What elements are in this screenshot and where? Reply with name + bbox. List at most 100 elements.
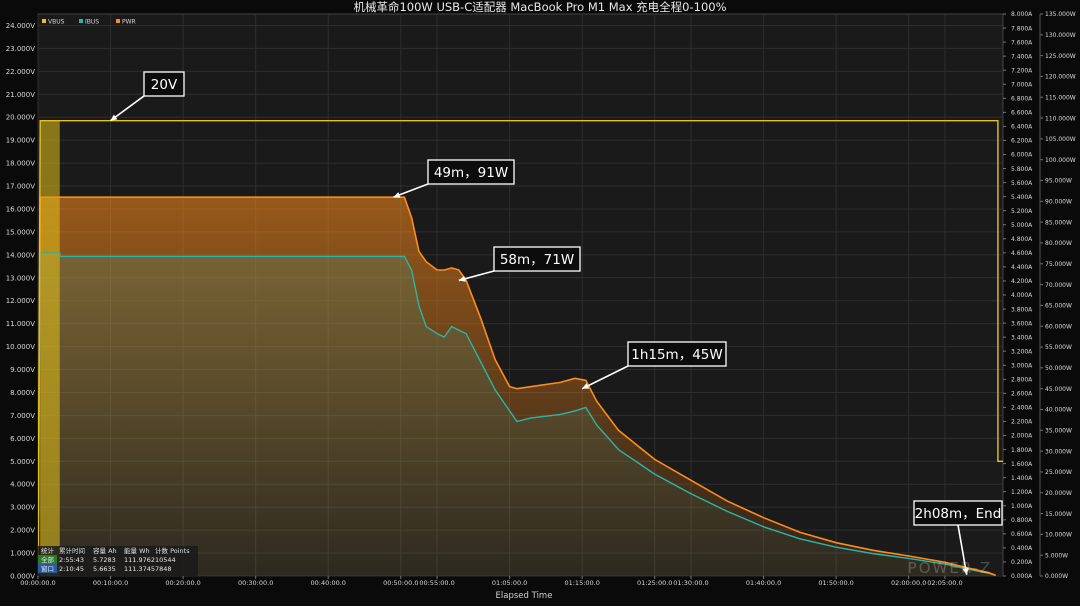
x-axis-label: Elapsed Time [496, 591, 553, 601]
stats-cell: 10544 [155, 556, 176, 564]
y-tick-label-current: 4.000A [1011, 292, 1033, 299]
y-tick-label-power: 125.000W [1045, 53, 1076, 60]
x-tick-label: 00:20:00.0 [165, 579, 200, 587]
y-tick-label-current: 2.600A [1011, 391, 1033, 398]
y-tick-label-current: 0.000A [1011, 573, 1033, 580]
y-tick-label-voltage: 5.000V [10, 458, 35, 466]
y-axis-voltage: 0.000V1.000V2.000V3.000V4.000V5.000V6.00… [6, 22, 36, 581]
y-tick-label-voltage: 21.000V [6, 91, 35, 99]
y-tick-label-current: 0.800A [1011, 517, 1033, 524]
y-tick-label-voltage: 7.000V [10, 412, 35, 420]
y-axis-power: 0.000W 5.000W 10.000W 15.000W 20.000W 25.000W… [1039, 11, 1076, 580]
stats-cell: 2:10:45 [59, 565, 84, 573]
y-tick-label-current: 6.000A [1011, 152, 1033, 159]
annotation-label: 1h15m，45W [631, 347, 723, 363]
y-tick-label-current: 3.800A [1011, 306, 1033, 313]
y-tick-label-power: 95.000W [1045, 178, 1072, 185]
stats-cell: 窗口 [41, 564, 54, 573]
y-tick-label-voltage: 17.000V [6, 183, 35, 191]
y-tick-label-voltage: 18.000V [6, 160, 35, 168]
y-tick-label-current: 1.800A [1011, 447, 1033, 454]
chart-canvas: 机械革命100W USB-C适配器 MacBook Pro M1 Max 充电全… [6, 0, 1076, 601]
x-tick-label: 02:00:00.0 [891, 579, 926, 587]
x-tick-label: 02:05:00.0 [927, 579, 962, 587]
y-tick-label-power: 100.000W [1045, 157, 1076, 164]
stats-cell: 111.9762 [124, 556, 155, 564]
x-tick-label: 00:00:00.0 [20, 579, 55, 587]
y-tick-label-power: 110.000W [1045, 115, 1076, 122]
y-tick-label-power: 20.000W [1045, 490, 1072, 497]
y-tick-label-current: 6.800A [1011, 96, 1033, 103]
stats-cell: 全部 [41, 555, 55, 564]
y-tick-label-voltage: 6.000V [10, 435, 35, 443]
y-tick-label-current: 2.800A [1011, 377, 1033, 384]
y-tick-label-current: 1.000A [1011, 503, 1033, 510]
y-tick-label-voltage: 19.000V [6, 137, 35, 145]
y-tick-label-power: 60.000W [1045, 323, 1072, 330]
x-tick-label: 01:05:00.0 [492, 579, 527, 587]
y-tick-label-current: 1.600A [1011, 461, 1033, 468]
y-tick-label-current: 5.200A [1011, 208, 1033, 215]
stats-cell: 111.3745 [124, 565, 155, 573]
stats-header: 统计 [41, 546, 55, 555]
y-tick-label-current: 7.800A [1011, 25, 1033, 32]
stats-cell: 7848 [155, 565, 172, 573]
y-tick-label-current: 1.200A [1011, 489, 1033, 496]
legend[interactable]: VBUS IBUS PWR [42, 19, 136, 26]
y-tick-label-voltage: 13.000V [6, 274, 35, 282]
y-tick-label-voltage: 2.000V [10, 527, 35, 535]
y-tick-label-voltage: 22.000V [6, 68, 35, 76]
legend-label-pwr: PWR [122, 19, 136, 26]
legend-swatch-vbus [42, 19, 46, 23]
stats-cell: 2:55:43 [59, 556, 84, 564]
y-tick-label-current: 6.200A [1011, 138, 1033, 145]
y-tick-label-current: 3.200A [1011, 348, 1033, 355]
stats-header: 计数 Points [155, 546, 190, 555]
annotation-label: 58m，71W [500, 252, 574, 268]
y-tick-label-power: 105.000W [1045, 136, 1076, 143]
y-tick-label-voltage: 16.000V [6, 205, 35, 213]
y-tick-label-current: 7.400A [1011, 53, 1033, 60]
annotation-label: 2h08m，End [915, 506, 1002, 522]
y-tick-label-power: 5.000W [1045, 552, 1068, 559]
y-tick-label-current: 0.600A [1011, 531, 1033, 538]
y-tick-label-power: 15.000W [1045, 511, 1072, 518]
y-tick-label-voltage: 3.000V [10, 504, 35, 512]
y-tick-label-current: 7.200A [1011, 67, 1033, 74]
y-tick-label-power: 85.000W [1045, 219, 1072, 226]
stats-table: 统计 累计时间 容量 Ah 能量 Wh 计数 Points 全部 2:55:43 5.7283… [38, 546, 198, 576]
y-tick-label-current: 8.000A [1011, 11, 1033, 18]
y-tick-label-power: 135.000W [1045, 11, 1076, 18]
stats-cell: 5.6635 [93, 565, 116, 573]
y-tick-label-power: 35.000W [1045, 427, 1072, 434]
stats-header: 能量 Wh [124, 546, 150, 555]
x-axis: 00:00:00.0 00:10:00.0 00:20:00.0 00:30:00.0… [20, 576, 963, 587]
y-tick-label-voltage: 10.000V [6, 343, 35, 351]
y-tick-label-power: 130.000W [1045, 32, 1076, 39]
chart-title: 机械革命100W USB-C适配器 MacBook Pro M1 Max 充电全… [353, 0, 726, 14]
y-tick-label-current: 4.600A [1011, 250, 1033, 257]
legend-label-ibus: IBUS [85, 19, 99, 26]
y-tick-label-power: 0.000W [1045, 573, 1068, 580]
x-tick-label: 00:30:00.0 [238, 579, 273, 587]
y-tick-label-current: 5.400A [1011, 194, 1033, 201]
x-tick-label: 01:25:00.0 [637, 579, 672, 587]
y-tick-label-current: 2.000A [1011, 433, 1033, 440]
y-tick-label-voltage: 24.000V [6, 22, 35, 30]
y-tick-label-current: 3.000A [1011, 362, 1033, 369]
legend-swatch-pwr [116, 19, 120, 23]
y-tick-label-power: 30.000W [1045, 448, 1072, 455]
y-tick-label-current: 3.400A [1011, 334, 1033, 341]
y-tick-label-voltage: 12.000V [6, 297, 35, 305]
y-tick-label-current: 5.600A [1011, 180, 1033, 187]
x-tick-label: 00:50:00.0 [383, 579, 418, 587]
y-tick-label-power: 55.000W [1045, 344, 1072, 351]
watermark: POWER-Z [908, 559, 993, 577]
y-tick-label-current: 5.800A [1011, 166, 1033, 173]
stats-cell: 5.7283 [93, 556, 116, 564]
y-tick-label-current: 4.800A [1011, 236, 1033, 243]
y-tick-label-power: 120.000W [1045, 74, 1076, 81]
x-tick-label: 01:50:00.0 [818, 579, 853, 587]
x-tick-label: 01:15:00.0 [564, 579, 599, 587]
y-tick-label-current: 4.400A [1011, 264, 1033, 271]
